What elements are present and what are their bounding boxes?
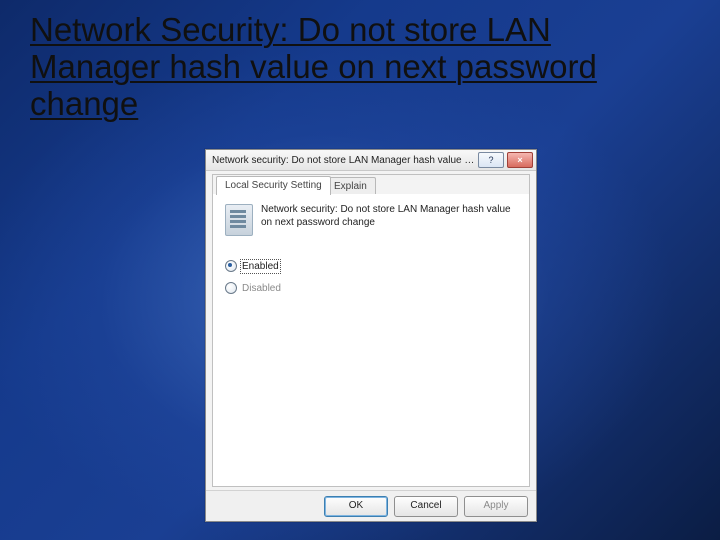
ok-button[interactable]: OK: [324, 496, 388, 517]
radio-label-enabled: Enabled: [242, 261, 279, 272]
properties-dialog: Network security: Do not store LAN Manag…: [205, 149, 537, 522]
apply-button[interactable]: Apply: [464, 496, 528, 517]
dialog-body: Local Security Setting Explain Network s…: [212, 174, 530, 487]
tab-label: Explain: [334, 181, 367, 192]
radio-group: Enabled Disabled: [225, 258, 517, 296]
close-icon: ×: [517, 155, 522, 165]
tab-explain[interactable]: Explain: [325, 177, 376, 195]
dialog-titlebar[interactable]: Network security: Do not store LAN Manag…: [206, 150, 536, 171]
radio-label-disabled: Disabled: [242, 283, 281, 294]
tab-local-security-setting[interactable]: Local Security Setting: [216, 176, 331, 195]
slide-background: Network Security: Do not store LAN Manag…: [0, 0, 720, 540]
radio-enabled[interactable]: Enabled: [225, 258, 517, 274]
dialog-title-text: Network security: Do not store LAN Manag…: [212, 155, 475, 166]
radio-icon: [225, 260, 237, 272]
policy-header: Network security: Do not store LAN Manag…: [225, 204, 517, 236]
tab-label: Local Security Setting: [225, 180, 322, 191]
help-button[interactable]: ?: [478, 152, 504, 168]
dialog-button-bar: OK Cancel Apply: [206, 490, 536, 521]
help-icon: ?: [488, 155, 493, 165]
cancel-button[interactable]: Cancel: [394, 496, 458, 517]
close-button[interactable]: ×: [507, 152, 533, 168]
radio-icon: [225, 282, 237, 294]
policy-description: Network security: Do not store LAN Manag…: [261, 204, 517, 229]
slide-title: Network Security: Do not store LAN Manag…: [30, 12, 690, 123]
tab-strip: Local Security Setting Explain: [213, 175, 529, 195]
policy-icon: [225, 204, 253, 236]
tab-content-local: Network security: Do not store LAN Manag…: [213, 194, 529, 486]
radio-disabled[interactable]: Disabled: [225, 280, 517, 296]
